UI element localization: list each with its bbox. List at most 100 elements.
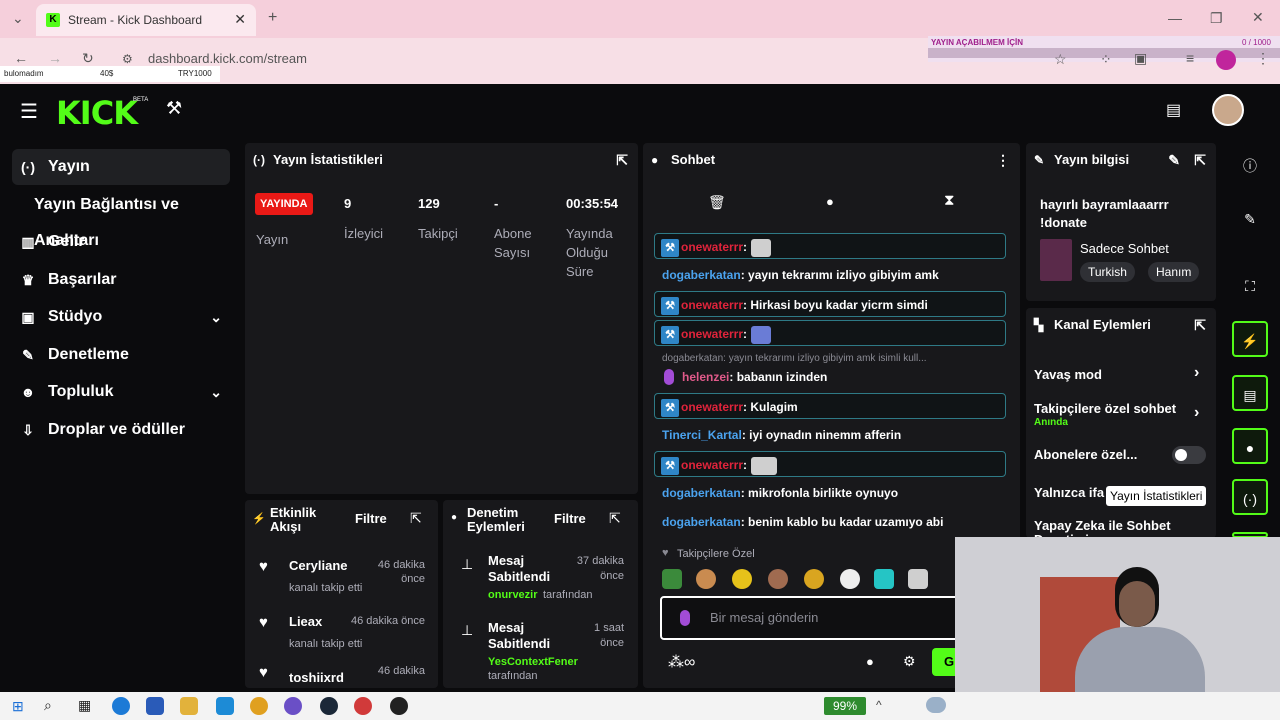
chat-mode-icon[interactable]: ●	[826, 194, 834, 209]
new-tab-icon[interactable]: +	[268, 9, 277, 27]
bookmark-star-icon[interactable]: ☆	[1054, 51, 1067, 68]
chat-message[interactable]: dogaberkatan: yayın tekrarımı izliyo gib…	[654, 262, 1006, 288]
explorer-icon[interactable]	[180, 697, 198, 715]
emote-icon[interactable]	[840, 569, 860, 589]
slow-mode-label[interactable]: Yavaş mod	[1034, 367, 1102, 382]
activity-user[interactable]: toshiixrd	[289, 670, 344, 685]
points-icon[interactable]: ⁂∞	[668, 652, 695, 672]
chat-message[interactable]: ⚒ onewaterrr:	[654, 451, 1006, 477]
emote-icon[interactable]	[874, 569, 894, 589]
browser-tab[interactable]: K Stream - Kick Dashboard ✕	[36, 4, 256, 36]
mod-item-user[interactable]: YesContextFener	[488, 656, 578, 668]
extension-icon[interactable]: ⁘	[1100, 51, 1112, 68]
chat-username[interactable]: onewaterrr	[681, 458, 743, 472]
info-icon[interactable]: ⓘ	[1232, 148, 1268, 184]
subs-only-toggle[interactable]	[1172, 446, 1206, 464]
chat-message[interactable]: ⚒ onewaterrr: Kulagim	[654, 393, 1006, 419]
hamburger-icon[interactable]: ☰	[20, 99, 38, 124]
tab-list-icon[interactable]: ⌄	[12, 10, 24, 27]
category-thumbnail[interactable]	[1040, 239, 1072, 281]
chat-message[interactable]: ⚒ onewaterrr: Hirkasi boyu kadar yicrm si…	[654, 291, 1006, 317]
settings-icon[interactable]: ⚙	[903, 653, 916, 670]
sidebar-item-denetleme[interactable]: ✎ Denetleme	[12, 337, 230, 373]
bookmark-1[interactable]: bulomadım	[4, 69, 44, 78]
sidebar-item-yayin[interactable]: (·) Yayın	[12, 149, 230, 185]
popout-icon[interactable]: ⇱	[616, 143, 628, 177]
trash-icon[interactable]: 🗑	[708, 194, 726, 211]
puzzle-icon[interactable]: ▣	[1134, 50, 1147, 67]
emote-icon[interactable]	[696, 569, 716, 589]
windows-start-icon[interactable]: ⊞	[12, 698, 24, 715]
document-icon[interactable]: ▤	[1232, 375, 1268, 411]
chat-icon[interactable]: ●	[1232, 428, 1268, 464]
chrome-icon[interactable]	[250, 697, 268, 715]
emote-icon[interactable]	[908, 569, 928, 589]
followers-chat-label[interactable]: Takipçilere özel sohbet	[1034, 401, 1176, 416]
pickaxe-icon[interactable]: ⚒	[166, 98, 182, 119]
close-window-icon[interactable]: ✕	[1252, 9, 1264, 26]
forward-icon[interactable]: →	[48, 50, 62, 66]
activity-filter-button[interactable]: Filtre	[355, 511, 387, 526]
edit-icon[interactable]: ✎	[1168, 143, 1180, 177]
media-icon[interactable]: ≡	[1186, 50, 1194, 66]
popout-icon[interactable]: ⇱	[609, 510, 621, 527]
chat-username[interactable]: onewaterrr	[681, 327, 743, 341]
chat-message[interactable]: ⚒ onewaterrr:	[654, 233, 1006, 259]
minimize-icon[interactable]: —	[1168, 10, 1182, 26]
broadcast-icon[interactable]: (·)	[1232, 479, 1268, 515]
chrome-active-icon[interactable]	[354, 697, 372, 715]
tray-chevron-icon[interactable]: ^	[876, 698, 882, 712]
chat-bubble-icon[interactable]: ●	[866, 654, 874, 669]
mod-filter-button[interactable]: Filtre	[554, 511, 586, 526]
kick-logo[interactable]: KICK	[56, 94, 138, 132]
chat-username[interactable]: Tinerci_Kartal	[662, 428, 742, 442]
task-view-icon[interactable]: ▦	[78, 697, 91, 714]
hourglass-icon[interactable]: ⧗	[944, 192, 955, 209]
chat-message[interactable]: helenzei: babanın izinden	[654, 364, 1006, 390]
creator-mode-icon[interactable]: ▤	[1166, 100, 1181, 120]
emote-icon[interactable]	[732, 569, 752, 589]
emote-icon[interactable]	[768, 569, 788, 589]
only-if-label[interactable]: Yalnızca ifa	[1034, 485, 1104, 500]
sidebar-item-droplar[interactable]: ⇩ Droplar ve ödüller	[12, 412, 230, 448]
chat-username[interactable]: helenzei	[682, 370, 729, 384]
activity-user[interactable]: Ceryliane	[289, 558, 348, 573]
emote-icon[interactable]	[662, 569, 682, 589]
popout-icon[interactable]: ⇱	[410, 510, 422, 527]
sidebar-item-gelir[interactable]: ▥ Gelir	[12, 224, 230, 260]
tag-turkish[interactable]: Turkish	[1080, 262, 1135, 282]
ai-chat-label[interactable]: Yapay Zeka ile Sohbet	[1034, 518, 1171, 533]
sidebar-item-basarilar[interactable]: ♛ Başarılar	[12, 262, 230, 298]
more-options-icon[interactable]: ⋮	[996, 143, 1010, 177]
obs-icon[interactable]	[390, 697, 408, 715]
bookmark-3[interactable]: TRY1000	[178, 69, 212, 78]
popout-icon[interactable]: ⇱	[1194, 143, 1206, 177]
send-button[interactable]: G	[932, 648, 956, 676]
bookmark-2[interactable]: 40$	[100, 69, 113, 78]
store-icon[interactable]	[146, 697, 164, 715]
edit-icon[interactable]: ✎	[1232, 201, 1268, 237]
activity-user[interactable]: Lieax	[289, 614, 322, 629]
sidebar-item-studyo[interactable]: ▣ Stüdyo ⌄	[12, 299, 230, 335]
sidebar-item-stream-key[interactable]: Yayın Bağlantısı ve Anahtarı	[12, 187, 240, 249]
chat-message[interactable]: ⚒ onewaterrr:	[654, 320, 1006, 346]
sidebar-item-topluluk[interactable]: ☻ Topluluk ⌄	[12, 374, 230, 410]
close-tab-icon[interactable]: ✕	[234, 11, 246, 28]
category-name[interactable]: Sadece Sohbet	[1080, 241, 1169, 256]
chat-username[interactable]: onewaterrr	[681, 240, 743, 254]
address-bar[interactable]: ⚙ dashboard.kick.com/stream	[112, 45, 932, 73]
discord-icon[interactable]	[284, 697, 302, 715]
weather-icon[interactable]	[926, 697, 946, 713]
quick-actions-icon[interactable]: ⚡	[1232, 321, 1268, 357]
search-icon[interactable]: ⌕	[44, 697, 52, 714]
chat-username[interactable]: dogaberkatan	[662, 268, 741, 282]
chevron-right-icon[interactable]: ›	[1194, 404, 1199, 422]
chat-input[interactable]: Bir mesaj gönderin	[660, 596, 960, 640]
back-icon[interactable]: ←	[14, 50, 28, 66]
popout-icon[interactable]: ⇱	[1194, 308, 1206, 342]
mail-icon[interactable]	[216, 697, 234, 715]
mod-item-user[interactable]: onurvezir	[488, 589, 538, 601]
chat-username[interactable]: dogaberkatan	[662, 486, 741, 500]
emote-icon[interactable]	[804, 569, 824, 589]
chat-username[interactable]: dogaberkatan	[662, 515, 741, 529]
